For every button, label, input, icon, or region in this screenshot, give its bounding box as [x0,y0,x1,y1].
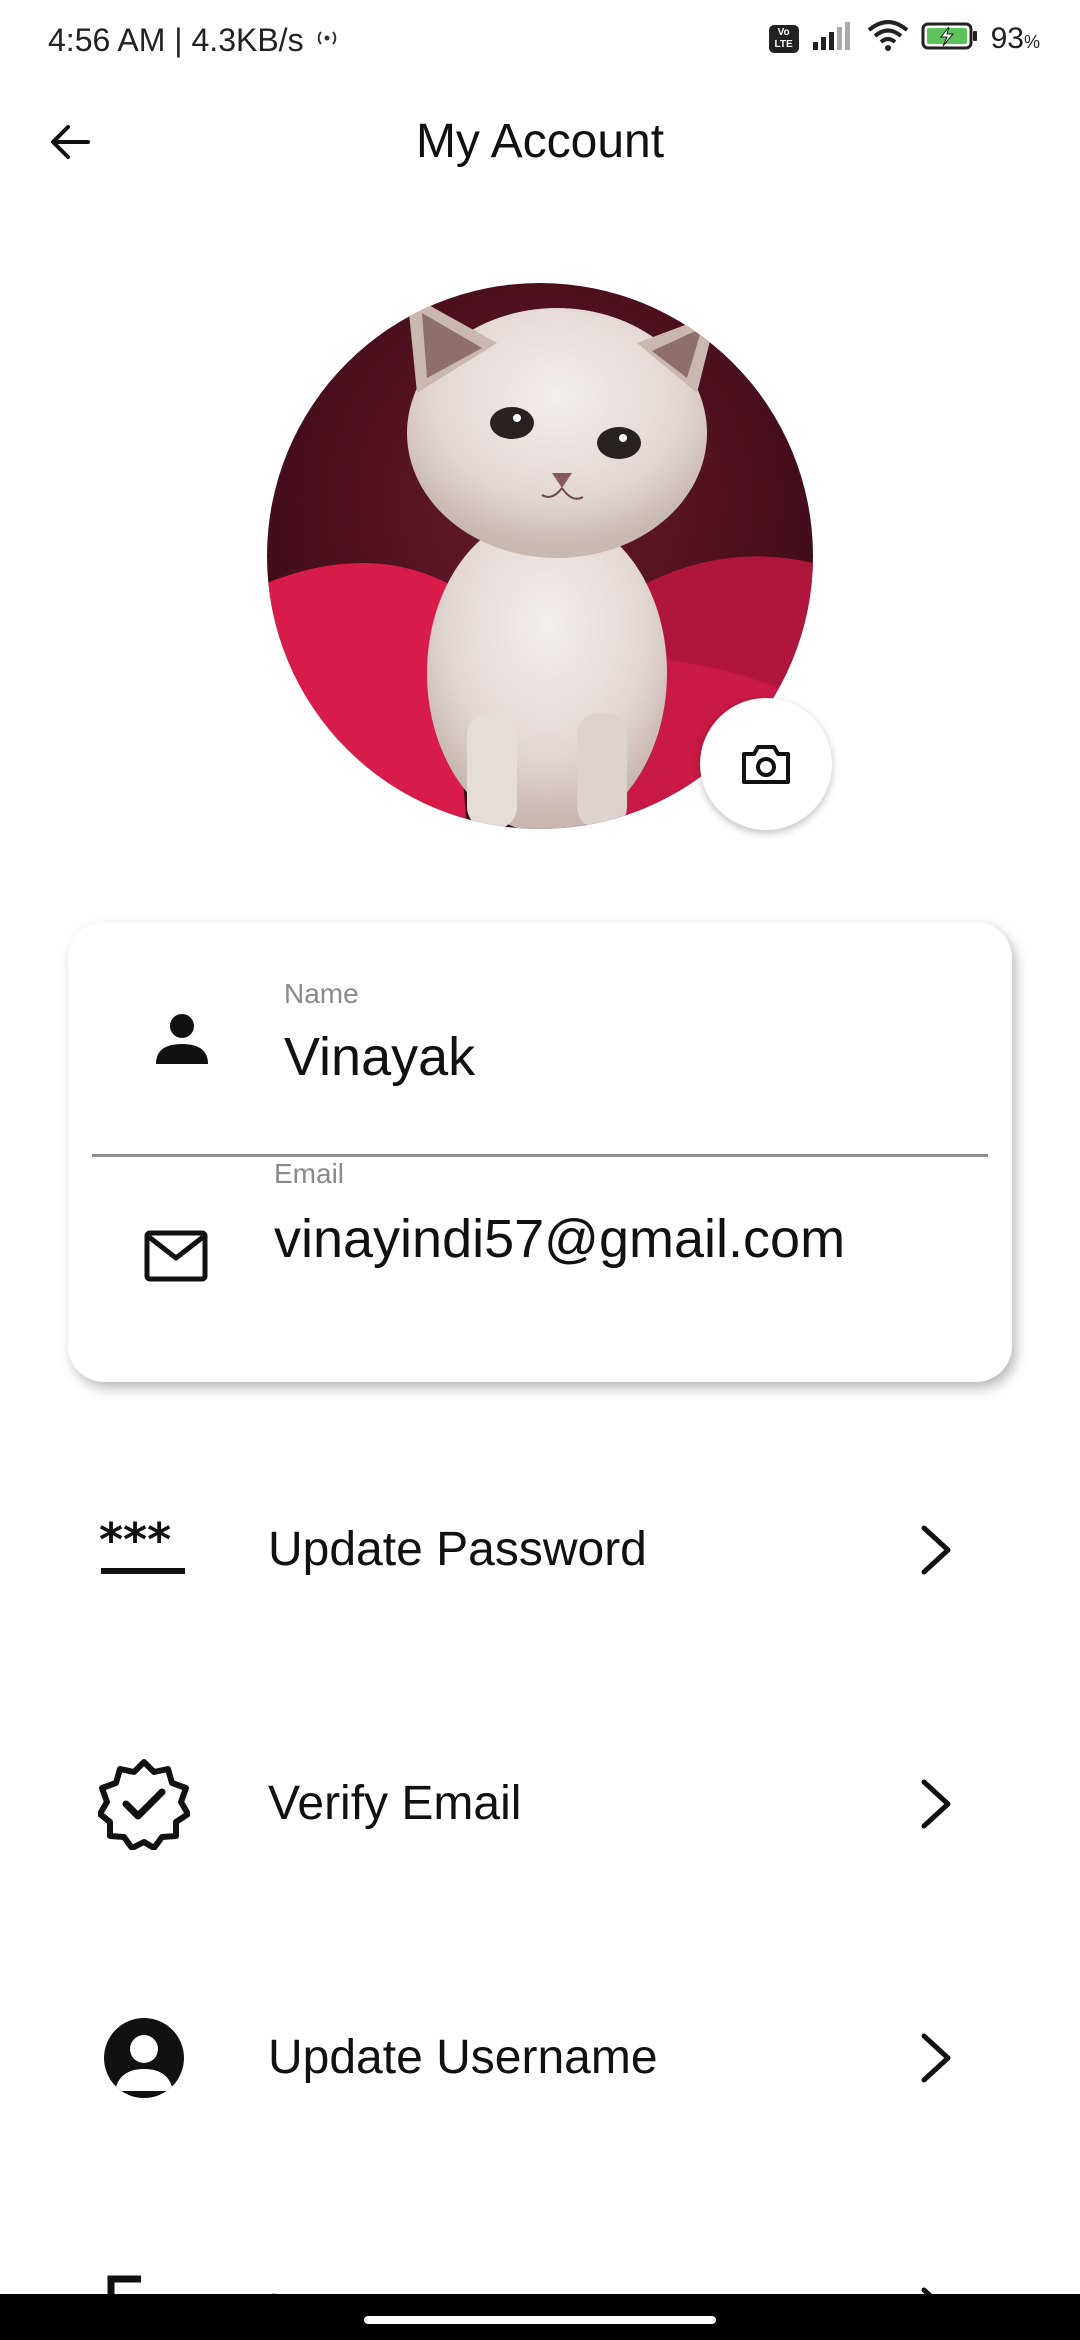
battery-percent-unit: % [1023,31,1040,52]
card-divider [92,1154,988,1157]
chevron-right-icon [906,2020,966,2096]
chevron-right-icon [906,1512,966,1588]
menu-item-update-username[interactable]: Update Username [0,1964,1080,2144]
battery-percent: 93% [991,22,1040,56]
signal-icon [811,20,855,57]
chevron-right-icon [906,1766,966,1842]
name-value: Vinayak [284,1027,476,1087]
password-icon: *** [96,1502,192,1598]
camera-icon [742,745,790,784]
camera-button[interactable] [700,698,832,830]
system-nav-bar [0,2294,1080,2340]
menu-label: Update Password [268,1523,647,1576]
name-field[interactable]: Name Vinayak [68,922,1012,1142]
email-field[interactable]: Email vinayindi57@gmail.com [68,1158,1012,1378]
status-time-speed: 4:56 AM | 4.3KB/s [48,22,304,58]
status-left: 4:56 AM | 4.3KB/s [48,22,340,59]
home-gesture-handle[interactable] [364,2316,716,2324]
battery-percent-value: 93 [990,21,1024,55]
menu-item-verify-email[interactable]: Verify Email [0,1710,1080,1890]
status-right: Vo LTE 93% [768,20,1040,57]
page-title: My Account [415,115,665,168]
volte-icon: Vo LTE [768,24,799,53]
email-value: vinayindi57@gmail.com [274,1209,846,1269]
svg-text:***: *** [99,1520,171,1567]
mail-icon [136,1216,216,1296]
person-icon [142,998,222,1078]
menu-item-update-password[interactable]: *** Update Password [0,1456,1080,1636]
menu-label: Update Username [268,2031,658,2084]
battery-icon [921,21,979,56]
menu-label: Verify Email [268,1777,522,1830]
name-label: Name [284,978,359,1009]
app-bar: My Account [0,90,1080,200]
email-label: Email [274,1158,345,1189]
wifi-icon [867,20,909,57]
verified-badge-icon [96,1756,192,1852]
hotspot-icon [314,27,340,55]
account-info-card: Name Vinayak Email vinayindi57@gmail.com [68,922,1012,1382]
account-circle-icon [96,2010,192,2106]
status-bar: 4:56 AM | 4.3KB/s Vo LTE 93% [0,0,1080,84]
